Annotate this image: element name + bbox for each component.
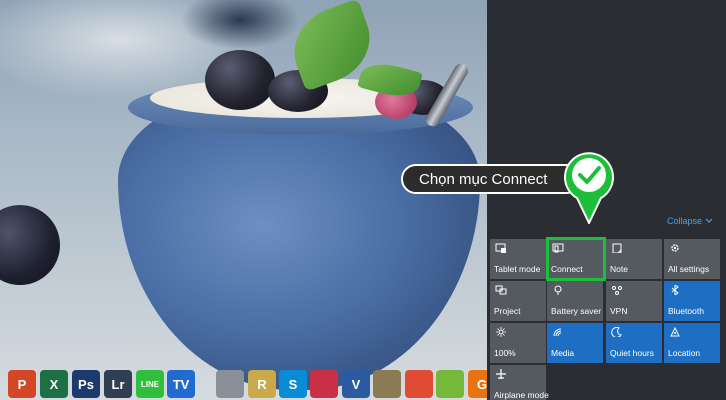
tile-label: 100% (494, 348, 516, 358)
collapse-label: Collapse (667, 216, 703, 226)
tile-label: All settings (668, 264, 710, 274)
battery-saver-icon (554, 285, 562, 295)
callout-text: Chọn mục Connect (419, 170, 548, 188)
photoshop-icon[interactable]: Ps (72, 370, 100, 398)
wallpaper-blackberry (205, 50, 275, 110)
instruction-callout: Chọn mục Connect (401, 164, 581, 194)
taskbar-icon-label: LINE (140, 379, 160, 389)
tile-label: Airplane mode (494, 390, 549, 400)
tile-project[interactable]: Project (490, 281, 546, 321)
dvd-icon[interactable] (373, 370, 401, 398)
tile-media[interactable]: Media (547, 323, 603, 363)
tile-label: Location (668, 348, 701, 358)
disk-utility-icon[interactable] (216, 370, 244, 398)
taskbar-icon-label: X (49, 376, 59, 392)
uv-icon[interactable]: V (342, 370, 370, 398)
cyberlink-icon[interactable] (310, 370, 338, 398)
taskbar-icon-label: Lr (111, 376, 125, 392)
taskbar-icon-label: TV (172, 376, 190, 392)
note-icon (612, 243, 622, 253)
tile-airplane-mode[interactable]: Airplane mode (490, 365, 549, 400)
wallpaper-cup (118, 90, 480, 390)
taskbar-icon-label: G (476, 376, 488, 392)
brightness-icon (496, 327, 506, 337)
tile-tablet-mode[interactable]: Tablet mode (490, 239, 546, 279)
tile-note[interactable]: Note (606, 239, 662, 279)
lightroom-icon[interactable]: Lr (104, 370, 132, 398)
chevron-down-icon (705, 218, 713, 223)
tile-label: Battery saver (551, 306, 602, 316)
line-icon[interactable]: LINE (136, 370, 164, 398)
tile-100[interactable]: 100% (490, 323, 546, 363)
media-icon (553, 328, 562, 337)
tile-battery-saver[interactable]: Battery saver (547, 281, 603, 321)
taskbar-icon-label: V (351, 376, 361, 392)
tile-bluetooth[interactable]: Bluetooth (664, 281, 720, 321)
desktop-wallpaper (0, 0, 487, 400)
taskbar-icon-label: R (257, 376, 267, 392)
airplane-icon (496, 369, 506, 379)
tile-label: VPN (610, 306, 628, 316)
teamviewer-icon[interactable]: TV (167, 370, 195, 398)
gear-icon (671, 244, 679, 252)
tile-all-settings[interactable]: All settings (664, 239, 720, 279)
tile-label: Quiet hours (610, 348, 654, 358)
checkmark-pin-icon (564, 152, 614, 224)
coccoc-icon[interactable] (436, 370, 464, 398)
wallpaper-blueberry (0, 205, 60, 285)
taskbar-icon-label: S (288, 376, 298, 392)
vpn-icon (612, 286, 622, 295)
chrome-icon[interactable] (405, 370, 433, 398)
taskbar-icon-label: P (17, 376, 27, 392)
tile-label: Media (551, 348, 575, 358)
tile-label: Tablet mode (494, 264, 541, 274)
taskbar-icon-label: Ps (78, 376, 94, 392)
rar-icon[interactable]: R (248, 370, 276, 398)
project-icon (495, 285, 507, 295)
collapse-button[interactable]: Collapse (667, 216, 713, 226)
tile-quiet-hours[interactable]: Quiet hours (606, 323, 662, 363)
moon-icon (611, 327, 622, 337)
excel-icon[interactable]: X (40, 370, 68, 398)
tile-label: Project (494, 306, 521, 316)
taskbar: P X Ps Lr LINE TV R S V G (0, 368, 496, 400)
location-icon (670, 327, 680, 337)
tablet-mode-icon (495, 243, 506, 253)
connect-highlight-box (546, 237, 606, 281)
bluetooth-icon (671, 285, 679, 295)
skype-icon[interactable]: S (279, 370, 307, 398)
tile-label: Note (610, 264, 628, 274)
powerpoint-icon[interactable]: P (8, 370, 36, 398)
tile-label: Bluetooth (668, 306, 704, 316)
tile-vpn[interactable]: VPN (606, 281, 662, 321)
tile-location[interactable]: Location (664, 323, 720, 363)
